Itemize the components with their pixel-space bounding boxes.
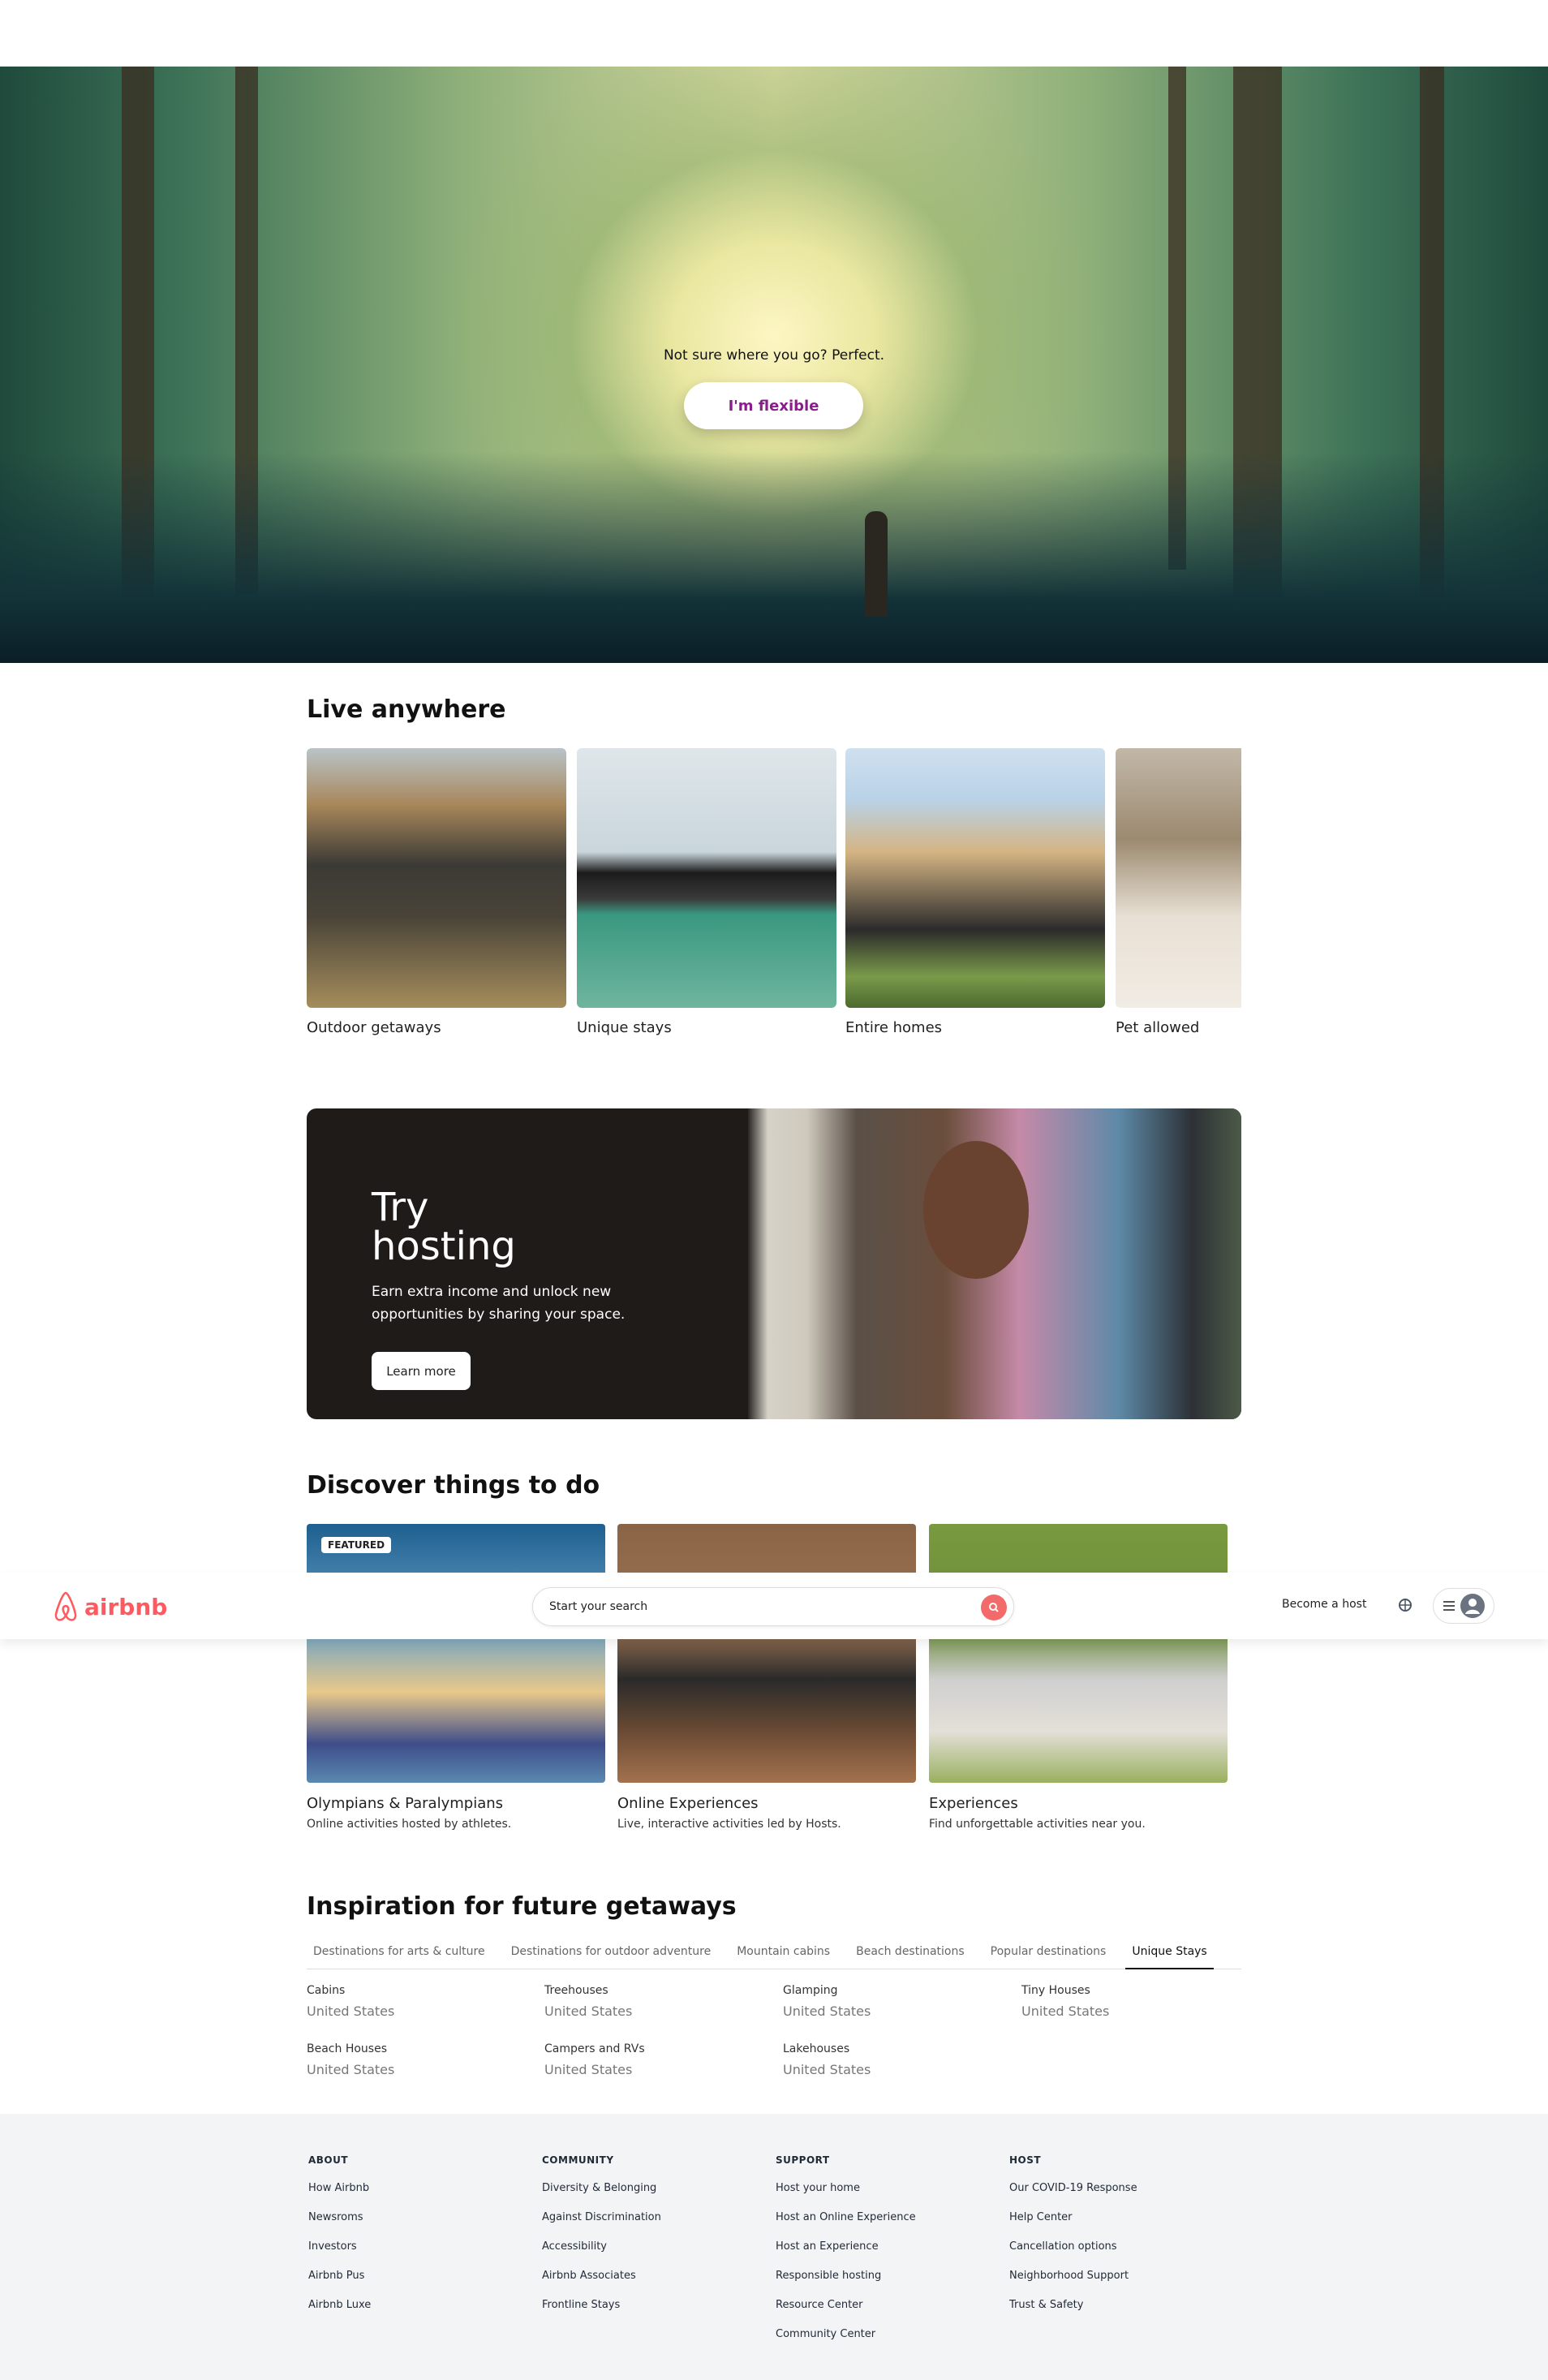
footer-link[interactable]: How Airbnb [308, 2182, 371, 2211]
item-region: United States [307, 2062, 395, 2077]
footer-column-host: HOST Our COVID-19 Response Help Center C… [1009, 2154, 1137, 2328]
navbar: airbnb Start your search Become a host [0, 1573, 1548, 1639]
footer-link[interactable]: Our COVID-19 Response [1009, 2182, 1137, 2211]
try-hosting-banner: Try hosting Earn extra income and unlock… [307, 1108, 1241, 1419]
card-pet-allowed[interactable] [1116, 748, 1241, 1008]
footer-column-support: SUPPORT Host your home Host an Online Ex… [776, 2154, 916, 2357]
inspiration-item[interactable]: Tiny Houses United States [1021, 1984, 1249, 2019]
card-subtitle: Live, interactive activities led by Host… [617, 1818, 841, 1831]
footer-link[interactable]: Investors [308, 2240, 371, 2270]
logo-text: airbnb [84, 1593, 168, 1620]
footer-column-community: COMMUNITY Diversity & Belonging Against … [542, 2154, 661, 2328]
card-online-experiences[interactable] [617, 1524, 916, 1783]
footer-link[interactable]: Responsible hosting [776, 2270, 916, 2299]
footer-link[interactable]: Resource Center [776, 2299, 916, 2328]
search-button[interactable] [981, 1595, 1007, 1620]
card-subtitle: Online activities hosted by athletes. [307, 1818, 512, 1831]
footer-column-about: ABOUT How Airbnb Newsroms Investors Airb… [308, 2154, 371, 2328]
footer-link[interactable]: Host an Online Experience [776, 2211, 916, 2240]
footer-link[interactable]: Airbnb Associates [542, 2270, 661, 2299]
item-region: United States [783, 2062, 871, 2077]
item-name: Campers and RVs [544, 2042, 645, 2055]
inspiration-item[interactable]: Cabins United States [307, 1984, 534, 2019]
item-name: Beach Houses [307, 2042, 387, 2055]
footer-link[interactable]: Frontline Stays [542, 2299, 661, 2328]
card-experiences[interactable] [929, 1524, 1228, 1783]
menu-icon [1443, 1601, 1455, 1611]
footer-link[interactable]: Accessibility [542, 2240, 661, 2270]
airbnb-logo[interactable]: airbnb [52, 1590, 167, 1623]
globe-icon [1399, 1599, 1412, 1612]
item-region: United States [544, 2062, 633, 2077]
hosting-text: Earn extra income and unlock new opportu… [372, 1284, 626, 1323]
discover-heading: Discover things to do [307, 1471, 600, 1500]
tab-outdoor-adventure[interactable]: Destinations for outdoor adventure [505, 1939, 718, 1969]
item-name: Glamping [783, 1984, 838, 1997]
footer-link[interactable]: Neighborhood Support [1009, 2270, 1137, 2299]
card-entire-homes[interactable] [845, 748, 1105, 1008]
inspiration-item[interactable]: Treehouses United States [544, 1984, 772, 2019]
learn-more-button[interactable]: Learn more [372, 1352, 471, 1390]
inspiration-tabs: Destinations for arts & culture Destinat… [307, 1939, 1241, 1969]
footer-link[interactable]: Cancellation options [1009, 2240, 1137, 2270]
footer-link[interactable]: Host an Experience [776, 2240, 916, 2270]
item-region: United States [544, 2003, 633, 2019]
item-region: United States [1021, 2003, 1110, 2019]
tab-mountain-cabins[interactable]: Mountain cabins [730, 1939, 836, 1969]
item-name: Lakehouses [783, 2042, 850, 2055]
user-menu-button[interactable] [1433, 1588, 1494, 1624]
footer-link[interactable]: Help Center [1009, 2211, 1137, 2240]
card-title: Online Experiences [617, 1795, 759, 1812]
tab-unique-stays[interactable]: Unique Stays [1125, 1939, 1214, 1969]
footer-link[interactable]: Host your home [776, 2182, 916, 2211]
item-name: Tiny Houses [1021, 1984, 1090, 1997]
card-outdoor-getaways[interactable] [307, 748, 566, 1008]
card-title: Olympians & Paralympians [307, 1795, 504, 1812]
tab-arts-culture[interactable]: Destinations for arts & culture [307, 1939, 492, 1969]
airbnb-logo-icon [54, 1591, 77, 1621]
featured-badge: FEATURED [321, 1537, 392, 1553]
item-region: United States [783, 2003, 871, 2019]
card-unique-stays[interactable] [577, 748, 836, 1008]
footer-link[interactable]: Airbnb Luxe [308, 2299, 371, 2328]
card-label: Unique stays [577, 1019, 672, 1036]
inspiration-item[interactable]: Lakehouses United States [783, 2042, 1010, 2077]
user-avatar-icon [1460, 1594, 1485, 1618]
search-icon [989, 1603, 999, 1612]
inspiration-item[interactable]: Beach Houses United States [307, 2042, 534, 2077]
inspiration-item[interactable]: Glamping United States [783, 1984, 1010, 2019]
footer-heading: SUPPORT [776, 2154, 830, 2166]
card-title: Experiences [929, 1795, 1018, 1812]
card-subtitle: Find unforgettable activities near you. [929, 1818, 1146, 1831]
footer-heading: HOST [1009, 2154, 1042, 2166]
footer-link[interactable]: Trust & Safety [1009, 2299, 1137, 2328]
hosting-title: Try hosting [372, 1185, 516, 1269]
search-placeholder: Start your search [549, 1600, 648, 1613]
card-label: Outdoor getaways [307, 1019, 441, 1036]
footer-link[interactable]: Airbnb Pus [308, 2270, 371, 2299]
card-label: Pet allowed [1116, 1019, 1200, 1036]
card-olympians[interactable]: FEATURED [307, 1524, 605, 1783]
search-bar[interactable]: Start your search [532, 1587, 1014, 1626]
item-name: Treehouses [544, 1984, 608, 1997]
footer-link[interactable]: Community Center [776, 2328, 916, 2357]
footer-heading: COMMUNITY [542, 2154, 614, 2166]
language-button[interactable] [1397, 1597, 1413, 1616]
tab-beach-destinations[interactable]: Beach destinations [849, 1939, 971, 1969]
footer-link[interactable]: Diversity & Belonging [542, 2182, 661, 2211]
footer-link[interactable]: Against Discrimination [542, 2211, 661, 2240]
item-name: Cabins [307, 1984, 346, 1997]
become-host-link[interactable]: Become a host [1282, 1598, 1366, 1611]
footer: ABOUT How Airbnb Newsroms Investors Airb… [0, 2114, 1548, 2380]
inspiration-heading: Inspiration for future getaways [307, 1892, 737, 1921]
footer-link[interactable]: Newsroms [308, 2211, 371, 2240]
item-region: United States [307, 2003, 395, 2019]
inspiration-item[interactable]: Campers and RVs United States [544, 2042, 772, 2077]
tab-popular-destinations[interactable]: Popular destinations [984, 1939, 1113, 1969]
footer-heading: ABOUT [308, 2154, 349, 2166]
card-label: Entire homes [845, 1019, 943, 1036]
